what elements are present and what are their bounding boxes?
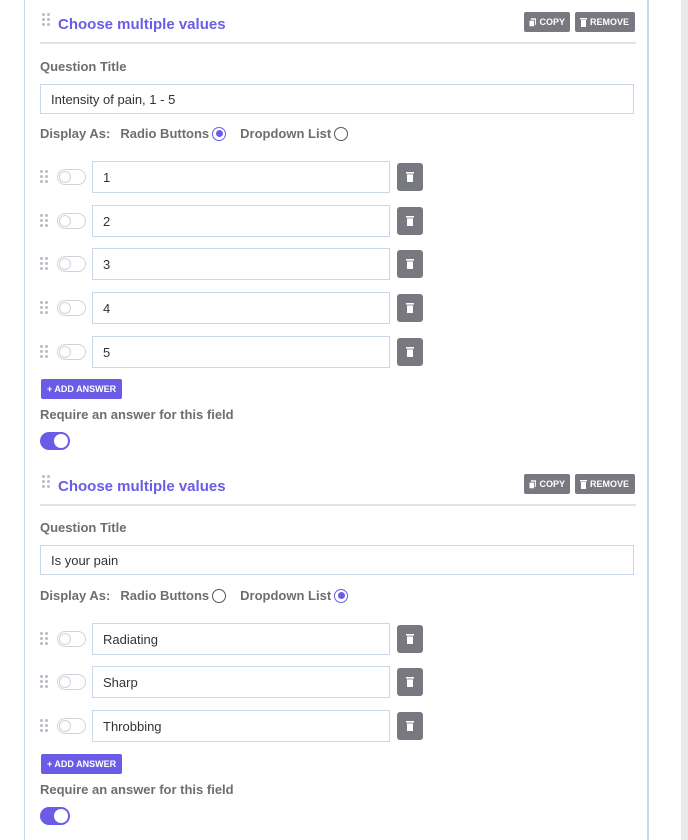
- remove-button[interactable]: REMOVE: [575, 12, 635, 32]
- remove-label: REMOVE: [590, 17, 630, 27]
- drag-handle-icon[interactable]: [40, 214, 48, 227]
- trash-icon: [406, 172, 414, 182]
- question-title-label: Question Title: [40, 520, 127, 535]
- answer-input[interactable]: [92, 623, 390, 655]
- trash-icon: [406, 677, 414, 687]
- display-option-label: Dropdown List: [240, 588, 332, 603]
- answer-toggle[interactable]: [57, 344, 86, 360]
- answer-row: [40, 666, 426, 698]
- drag-handle-icon[interactable]: [40, 345, 48, 358]
- question-type-title: Choose multiple values: [58, 478, 226, 495]
- drag-handle-icon[interactable]: [40, 170, 48, 183]
- trash-icon: [406, 216, 414, 226]
- require-answer-label: Require an answer for this field: [40, 407, 234, 422]
- answer-row: [40, 710, 426, 742]
- answer-input[interactable]: [92, 666, 390, 698]
- question-block: Choose multiple values COPY REMOVE Quest…: [40, 474, 636, 825]
- copy-button[interactable]: COPY: [524, 12, 570, 32]
- drag-handle-icon[interactable]: [42, 13, 50, 26]
- trash-icon: [580, 479, 587, 489]
- delete-answer-button[interactable]: [397, 668, 423, 696]
- question-title-input[interactable]: [40, 84, 634, 114]
- radio-selected-icon[interactable]: [212, 126, 227, 141]
- copy-label: COPY: [539, 479, 565, 489]
- display-option-label: Dropdown List: [240, 126, 332, 141]
- question-title-label: Question Title: [40, 59, 127, 74]
- delete-answer-button[interactable]: [397, 338, 423, 366]
- display-option-radio-buttons[interactable]: Radio Buttons: [120, 588, 227, 603]
- display-as-label: Display As:: [40, 126, 111, 141]
- drag-handle-icon[interactable]: [40, 719, 48, 732]
- trash-icon: [406, 721, 414, 731]
- radio-selected-icon[interactable]: [334, 588, 349, 603]
- answer-input[interactable]: [92, 710, 390, 742]
- delete-answer-button[interactable]: [397, 250, 423, 278]
- display-option-label: Radio Buttons: [120, 588, 210, 603]
- display-as-label: Display As:: [40, 588, 111, 603]
- display-option-dropdown-list[interactable]: Dropdown List: [240, 126, 349, 141]
- display-as-row: Display As: Radio Buttons Dropdown List: [40, 126, 349, 141]
- answer-toggle[interactable]: [57, 213, 86, 229]
- display-option-dropdown-list[interactable]: Dropdown List: [240, 588, 349, 603]
- answer-row: [40, 248, 426, 280]
- add-answer-button[interactable]: + ADD ANSWER: [41, 379, 123, 399]
- copy-label: COPY: [539, 17, 565, 27]
- copy-icon: [529, 479, 537, 489]
- answer-toggle[interactable]: [57, 718, 86, 734]
- answer-row: [40, 205, 426, 237]
- answer-toggle[interactable]: [57, 256, 86, 272]
- display-as-row: Display As: Radio Buttons Dropdown List: [40, 588, 349, 603]
- question-title-input[interactable]: [40, 545, 634, 575]
- drag-handle-icon[interactable]: [40, 301, 48, 314]
- answer-row: [40, 161, 426, 193]
- trash-icon: [406, 347, 414, 357]
- require-answer-toggle[interactable]: [40, 807, 70, 825]
- scrollbar-track[interactable]: [681, 0, 688, 840]
- answer-input[interactable]: [92, 205, 390, 237]
- question-header: Choose multiple values COPY REMOVE: [40, 474, 636, 506]
- trash-icon: [406, 303, 414, 313]
- panel-left-border: [24, 0, 25, 840]
- radio-unselected-icon[interactable]: [212, 588, 227, 603]
- question-header: Choose multiple values COPY REMOVE: [40, 12, 636, 44]
- display-option-label: Radio Buttons: [120, 126, 210, 141]
- answer-input[interactable]: [92, 161, 390, 193]
- copy-icon: [529, 17, 537, 27]
- delete-answer-button[interactable]: [397, 163, 423, 191]
- remove-label: REMOVE: [590, 479, 630, 489]
- drag-handle-icon[interactable]: [42, 475, 50, 488]
- require-answer-toggle[interactable]: [40, 432, 70, 450]
- answer-input[interactable]: [92, 336, 390, 368]
- answer-input[interactable]: [92, 248, 390, 280]
- answer-row: [40, 623, 426, 655]
- panel-right-border: [647, 0, 649, 840]
- question-block: Choose multiple values COPY REMOVE Quest…: [40, 12, 636, 450]
- drag-handle-icon[interactable]: [40, 257, 48, 270]
- delete-answer-button[interactable]: [397, 625, 423, 653]
- remove-button[interactable]: REMOVE: [575, 474, 635, 494]
- answer-row: [40, 292, 426, 324]
- trash-icon: [406, 259, 414, 269]
- display-option-radio-buttons[interactable]: Radio Buttons: [120, 126, 227, 141]
- drag-handle-icon[interactable]: [40, 675, 48, 688]
- answer-toggle[interactable]: [57, 169, 86, 185]
- require-answer-label: Require an answer for this field: [40, 782, 234, 797]
- answer-toggle[interactable]: [57, 631, 86, 647]
- delete-answer-button[interactable]: [397, 712, 423, 740]
- add-answer-button[interactable]: + ADD ANSWER: [41, 754, 123, 774]
- answer-toggle[interactable]: [57, 300, 86, 316]
- delete-answer-button[interactable]: [397, 294, 423, 322]
- answer-row: [40, 336, 426, 368]
- trash-icon: [406, 634, 414, 644]
- question-type-title: Choose multiple values: [58, 16, 226, 33]
- answer-input[interactable]: [92, 292, 390, 324]
- answer-toggle[interactable]: [57, 674, 86, 690]
- copy-button[interactable]: COPY: [524, 474, 570, 494]
- trash-icon: [580, 17, 587, 27]
- radio-unselected-icon[interactable]: [334, 126, 349, 141]
- delete-answer-button[interactable]: [397, 207, 423, 235]
- drag-handle-icon[interactable]: [40, 632, 48, 645]
